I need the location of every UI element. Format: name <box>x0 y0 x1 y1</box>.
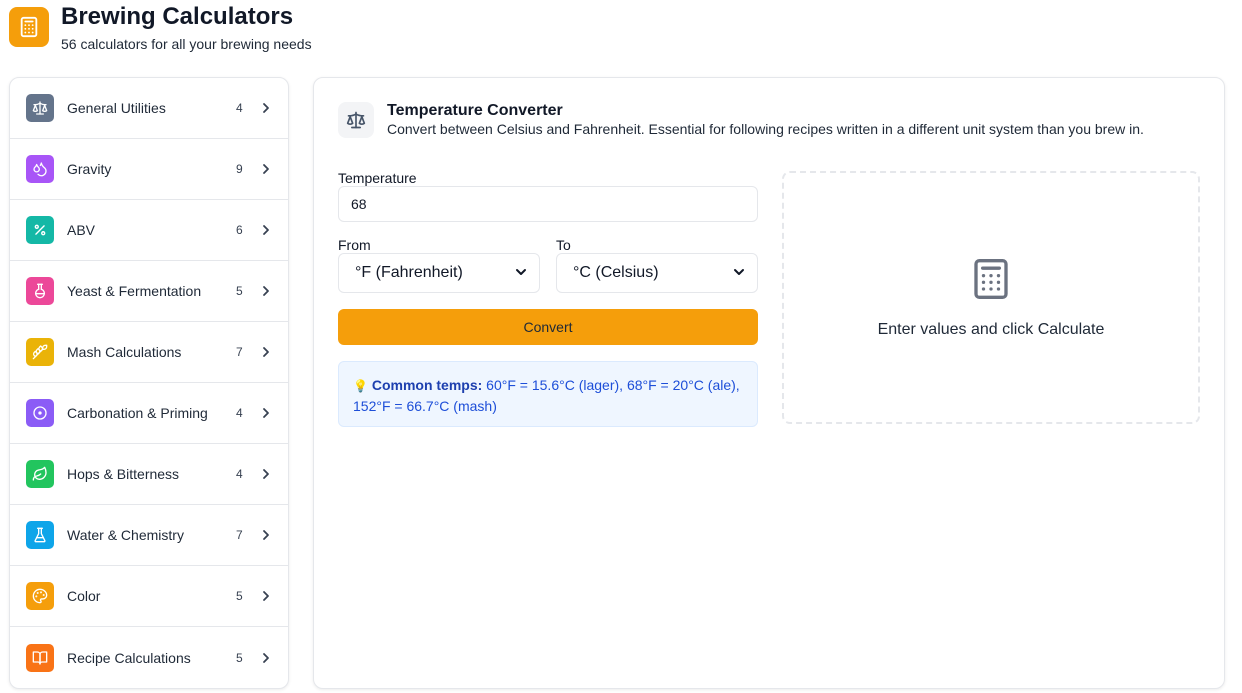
sidebar-item-count: 5 <box>236 284 243 298</box>
sidebar-item-count: 4 <box>236 467 243 481</box>
sidebar-item-carbonation-priming[interactable]: Carbonation & Priming 4 <box>10 383 288 444</box>
calculator-title: Temperature Converter <box>387 102 563 119</box>
chevron-right-icon <box>260 285 272 297</box>
sidebar-item-count: 5 <box>236 589 243 603</box>
to-label: To <box>556 237 571 253</box>
calculator-form: Temperature From °F (Fahrenheit) To °C (… <box>338 170 758 427</box>
book-open-icon <box>26 643 54 672</box>
tip-box: 💡 Common temps: 60°F = 15.6°C (lager), 6… <box>338 361 758 427</box>
category-sidebar: General Utilities 4 Gravity 9 ABV 6 Yeas… <box>9 77 289 689</box>
chevron-down-icon <box>733 264 745 282</box>
convert-button[interactable]: Convert <box>338 309 758 345</box>
sidebar-item-count: 7 <box>236 528 243 542</box>
result-area: Enter values and click Calculate <box>782 171 1200 424</box>
temperature-label: Temperature <box>338 170 417 186</box>
chevron-right-icon <box>260 407 272 419</box>
sidebar-item-count: 5 <box>236 650 243 665</box>
sidebar-item-count: 6 <box>236 223 243 237</box>
chevron-right-icon <box>260 652 272 664</box>
page-title: Brewing Calculators <box>61 3 294 30</box>
sidebar-item-label: Carbonation & Priming <box>67 405 208 421</box>
to-unit-select[interactable]: °C (Celsius) <box>556 253 758 293</box>
sidebar-item-label: Recipe Calculations <box>67 649 191 666</box>
chevron-right-icon <box>260 224 272 236</box>
chevron-right-icon <box>260 346 272 358</box>
calculator-header: Temperature Converter Convert between Ce… <box>338 102 1144 138</box>
from-unit-value: °F (Fahrenheit) <box>355 264 463 281</box>
calculator-icon <box>9 7 49 47</box>
app-header: Brewing Calculators 56 calculators for a… <box>9 3 312 53</box>
scale-icon <box>26 94 54 122</box>
circle-dot-icon <box>26 399 54 427</box>
temperature-input[interactable] <box>338 186 758 222</box>
leaf-icon <box>26 460 54 488</box>
calculator-icon <box>971 256 1011 307</box>
sidebar-item-yeast-fermentation[interactable]: Yeast & Fermentation 5 <box>10 261 288 322</box>
lightbulb-icon: 💡 <box>353 379 368 393</box>
sidebar-item-label: ABV <box>67 222 96 238</box>
sidebar-item-abv[interactable]: ABV 6 <box>10 200 288 261</box>
wheat-icon <box>26 338 54 366</box>
sidebar-item-mash-calculations[interactable]: Mash Calculations 7 <box>10 322 288 383</box>
chevron-right-icon <box>260 590 272 602</box>
flask-conical-icon <box>26 521 54 549</box>
result-placeholder: Enter values and click Calculate <box>877 321 1105 338</box>
chevron-right-icon <box>260 163 272 175</box>
chevron-right-icon <box>260 529 272 541</box>
palette-icon <box>26 582 54 610</box>
page-subtitle: 56 calculators for all your brewing need… <box>61 36 312 52</box>
from-label: From <box>338 237 371 253</box>
sidebar-item-water-chemistry[interactable]: Water & Chemistry 7 <box>10 505 288 566</box>
sidebar-item-label: Gravity <box>67 161 112 177</box>
sidebar-item-recipe-calculations[interactable]: Recipe Calculations 5 <box>10 627 288 688</box>
sidebar-item-count: 7 <box>236 345 243 359</box>
sidebar-item-label: Hops & Bitterness <box>67 466 180 482</box>
chevron-right-icon <box>260 102 272 114</box>
sidebar-item-hops-bitterness[interactable]: Hops & Bitterness 4 <box>10 444 288 505</box>
sidebar-item-label: General Utilities <box>67 100 166 116</box>
sidebar-item-count: 4 <box>236 101 243 115</box>
scale-icon <box>338 102 374 138</box>
sidebar-item-label: Water & Chemistry <box>67 527 184 543</box>
chevron-down-icon <box>515 264 527 282</box>
calculator-description: Convert between Celsius and Fahrenheit. … <box>387 121 1144 137</box>
sidebar-item-label: Yeast & Fermentation <box>67 283 202 299</box>
sidebar-item-label: Mash Calculations <box>67 344 182 360</box>
sidebar-item-count: 4 <box>236 406 243 420</box>
tip-heading: Common temps: <box>371 377 483 393</box>
sidebar-item-count: 9 <box>236 162 243 176</box>
percent-icon <box>26 216 54 244</box>
sidebar-item-general-utilities[interactable]: General Utilities 4 <box>10 78 288 139</box>
sidebar-item-gravity[interactable]: Gravity 9 <box>10 139 288 200</box>
to-unit-value: °C (Celsius) <box>573 264 659 281</box>
calculator-panel: Temperature Converter Convert between Ce… <box>313 77 1225 689</box>
from-unit-select[interactable]: °F (Fahrenheit) <box>338 253 540 293</box>
flask-round-icon <box>26 277 54 305</box>
droplets-icon <box>26 155 54 183</box>
chevron-right-icon <box>260 468 272 480</box>
sidebar-item-color[interactable]: Color 5 <box>10 566 288 627</box>
sidebar-item-label: Color <box>67 588 101 604</box>
